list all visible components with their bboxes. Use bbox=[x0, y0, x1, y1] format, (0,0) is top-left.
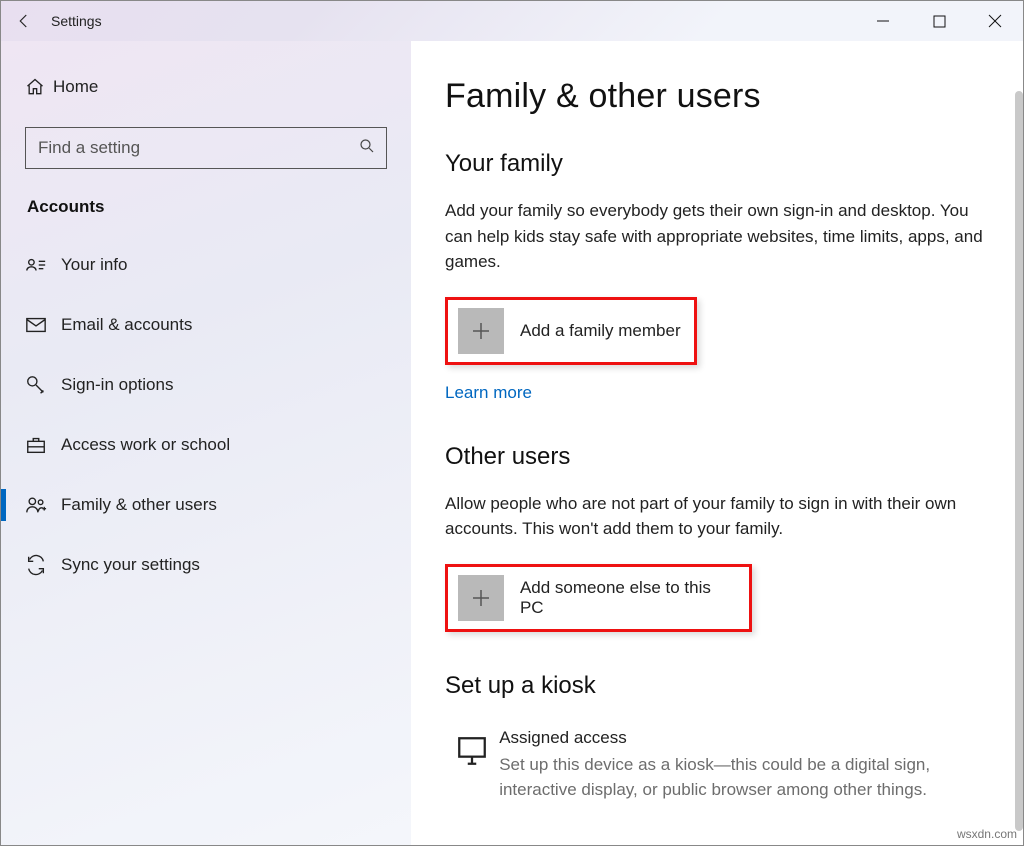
sidebar-item-label: Your info bbox=[61, 255, 127, 275]
family-description: Add your family so everybody gets their … bbox=[445, 198, 983, 275]
home-icon bbox=[25, 77, 53, 97]
sidebar-item-email-accounts[interactable]: Email & accounts bbox=[1, 295, 411, 355]
sidebar-item-sync-settings[interactable]: Sync your settings bbox=[1, 535, 411, 595]
window-controls bbox=[855, 1, 1023, 41]
sidebar-nav: Your info Email & accounts Sign-in optio… bbox=[1, 235, 411, 595]
minimize-button[interactable] bbox=[855, 1, 911, 41]
home-button[interactable]: Home bbox=[1, 61, 411, 113]
watermark: wsxdn.com bbox=[957, 827, 1017, 841]
mail-icon bbox=[25, 314, 61, 336]
assigned-access-desc: Set up this device as a kiosk—this could… bbox=[499, 752, 983, 803]
assigned-access-title: Assigned access bbox=[499, 728, 983, 748]
search-field[interactable] bbox=[25, 127, 387, 169]
other-description: Allow people who are not part of your fa… bbox=[445, 491, 983, 542]
sidebar-item-label: Sync your settings bbox=[61, 555, 200, 575]
window-title: Settings bbox=[47, 13, 102, 29]
sidebar-item-label: Sign-in options bbox=[61, 375, 173, 395]
assigned-access-text: Assigned access Set up this device as a … bbox=[499, 728, 983, 803]
section-kiosk: Set up a kiosk bbox=[445, 672, 983, 700]
maximize-button[interactable] bbox=[911, 1, 967, 41]
search-input[interactable] bbox=[38, 138, 358, 158]
sidebar-item-label: Email & accounts bbox=[61, 315, 192, 335]
scrollbar[interactable] bbox=[1015, 91, 1023, 831]
other-users-section: Other users Allow people who are not par… bbox=[445, 443, 983, 632]
briefcase-icon bbox=[25, 434, 61, 456]
home-label: Home bbox=[53, 77, 98, 97]
page-title: Family & other users bbox=[445, 77, 983, 116]
plus-icon bbox=[458, 308, 504, 354]
search-container bbox=[25, 127, 387, 169]
add-family-label: Add a family member bbox=[520, 321, 681, 341]
window-body: Home Accounts Your info bbox=[1, 41, 1023, 845]
kiosk-icon bbox=[445, 728, 499, 768]
add-other-label: Add someone else to this PC bbox=[520, 578, 739, 618]
plus-icon bbox=[458, 575, 504, 621]
key-icon bbox=[25, 374, 61, 396]
sidebar-item-work-school[interactable]: Access work or school bbox=[1, 415, 411, 475]
sidebar-item-signin-options[interactable]: Sign-in options bbox=[1, 355, 411, 415]
sidebar-item-your-info[interactable]: Your info bbox=[1, 235, 411, 295]
sidebar-category: Accounts bbox=[1, 189, 411, 235]
close-button[interactable] bbox=[967, 1, 1023, 41]
titlebar: Settings bbox=[1, 1, 1023, 41]
add-someone-else-button[interactable]: Add someone else to this PC bbox=[445, 564, 752, 632]
sidebar-item-family-other-users[interactable]: Family & other users bbox=[1, 475, 411, 535]
assigned-access-item[interactable]: Assigned access Set up this device as a … bbox=[445, 720, 983, 803]
section-other-users: Other users bbox=[445, 443, 983, 471]
person-card-icon bbox=[25, 254, 61, 276]
main-content: Family & other users Your family Add you… bbox=[411, 41, 1023, 845]
sync-icon bbox=[25, 554, 61, 576]
people-icon bbox=[25, 494, 61, 516]
back-button[interactable] bbox=[1, 1, 47, 41]
add-family-member-button[interactable]: Add a family member bbox=[445, 297, 697, 365]
search-icon bbox=[358, 137, 376, 160]
sidebar-item-label: Access work or school bbox=[61, 435, 230, 455]
sidebar: Home Accounts Your info bbox=[1, 41, 411, 845]
section-your-family: Your family bbox=[445, 150, 983, 178]
settings-window: Settings Home bbox=[0, 0, 1024, 846]
sidebar-item-label: Family & other users bbox=[61, 495, 217, 515]
learn-more-link[interactable]: Learn more bbox=[445, 383, 532, 403]
